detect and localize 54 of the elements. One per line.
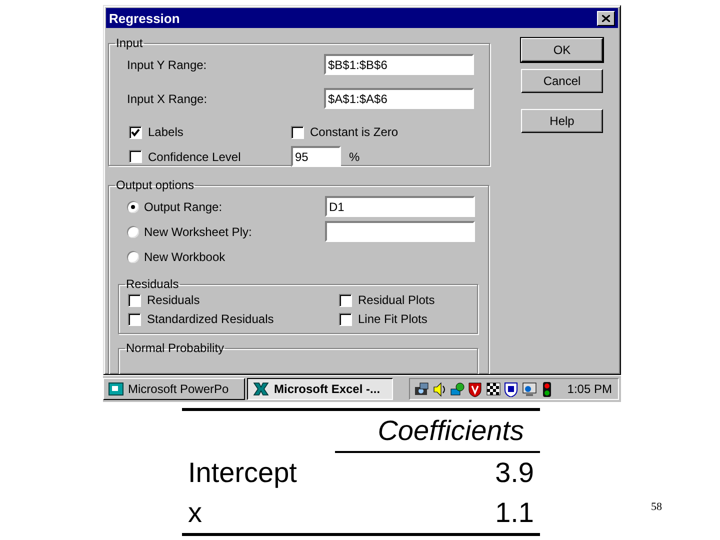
group-label: Normal Probability [125,341,226,355]
flag-icon[interactable] [486,382,501,397]
radio-label: Output Range: [144,200,224,214]
taskbar-button[interactable]: Microsoft PowerPo [103,378,245,400]
row-label: x [182,493,335,534]
group-label: Input [115,36,144,50]
radio-label: New Worksheet Ply: [144,224,253,238]
checkbox[interactable] [128,294,141,306]
checkbox-label: Line Fit Plots [358,312,428,326]
checkbox[interactable] [129,126,142,138]
checkbox[interactable] [128,312,141,326]
group-label: Output options [115,178,196,192]
close-icon [602,14,610,22]
input-field[interactable]: $B$1:$B$6 [324,54,474,75]
table-cell: 1.1 [334,493,540,534]
page-number: 58 [651,501,662,515]
checkbox[interactable] [291,126,304,138]
row-label: Intercept [182,452,335,493]
unit-label: % [349,150,360,164]
radio-label: New Workbook [144,250,226,264]
field-label: Input X Range: [127,92,208,106]
checkbox-label: Labels [148,125,184,139]
checkbox[interactable] [129,150,142,163]
monitor-icon[interactable] [522,382,537,397]
checkbox-label: Residual Plots [358,293,435,307]
x-icon [252,382,270,396]
checkbox-label: Confidence Level [148,150,241,164]
checkbox[interactable] [339,294,352,306]
close-button[interactable] [597,10,615,26]
radio-button[interactable] [127,200,139,212]
table-cell: 3.9 [334,452,540,493]
checkbox[interactable] [339,312,352,326]
speaker-icon[interactable] [432,382,447,397]
dialog-button[interactable]: Help [521,109,603,133]
clock: 1:05 PM [567,382,612,396]
checkbox-label: Standardized Residuals [147,312,274,326]
radio-button[interactable] [127,226,139,238]
field-label: Input Y Range: [127,58,208,72]
column-header: Coefficients [334,410,540,452]
taskbar-button[interactable]: Microsoft Excel -... [247,378,393,400]
checkbox-label: Constant is Zero [310,125,398,139]
input-field[interactable]: D1 [325,196,475,217]
window-title: Regression [109,10,180,26]
shield-icon[interactable] [504,382,519,397]
dialog-button[interactable]: OK [521,38,603,62]
slide-icon [108,382,124,396]
input-field[interactable]: 95 [291,146,341,167]
input-field[interactable]: $A$1:$A$6 [324,88,474,109]
group-label: Residuals [125,277,180,291]
radio-button[interactable] [127,250,139,262]
checkbox-label: Residuals [147,293,200,307]
shield-icon[interactable] [468,382,483,397]
input-field[interactable] [325,221,475,242]
dialog-button[interactable]: Cancel [521,69,603,93]
